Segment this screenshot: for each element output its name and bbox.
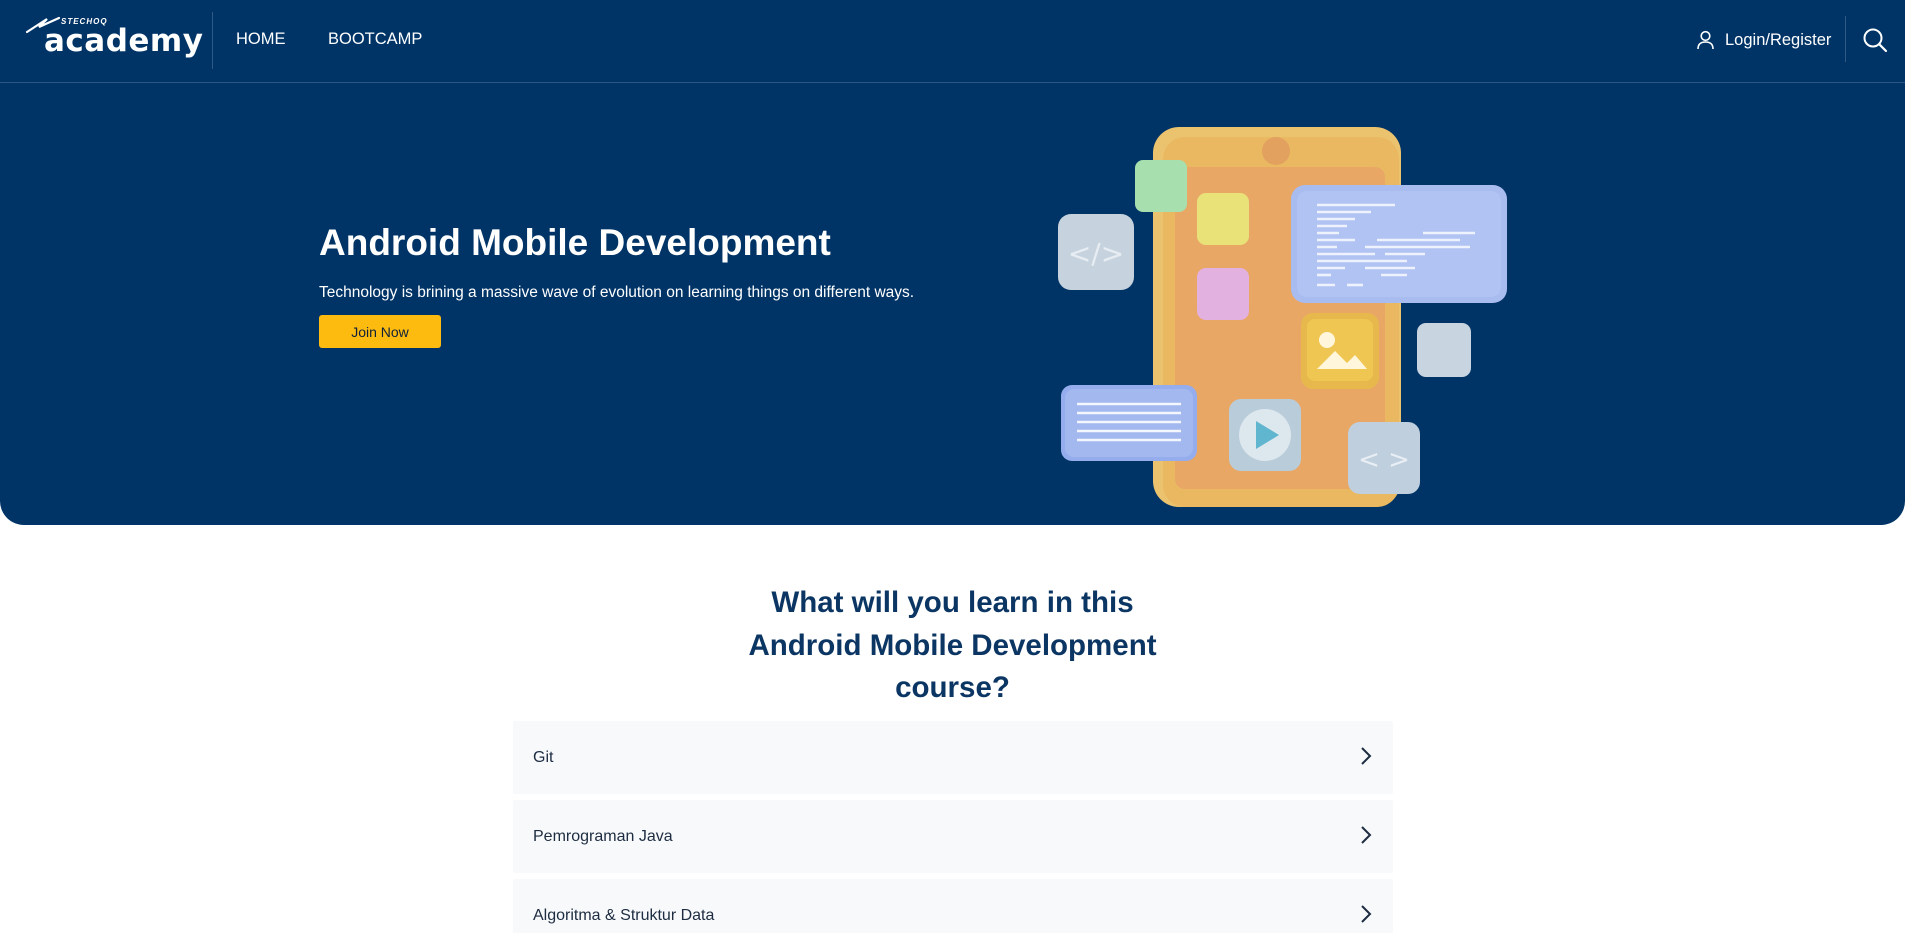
nav-divider <box>212 12 213 69</box>
nav-divider-right <box>1845 16 1846 62</box>
nav-bootcamp-link[interactable]: BOOTCAMP <box>328 30 422 49</box>
brand-logo[interactable]: STECHOQ academy <box>25 14 203 59</box>
course-topic-item-algorithm[interactable]: Algoritma & Struktur Data <box>513 879 1393 933</box>
course-topic-item-git[interactable]: Git <box>513 721 1393 794</box>
nav-home-link[interactable]: HOME <box>236 30 286 49</box>
hero-subtitle: Technology is brining a massive wave of … <box>319 284 915 301</box>
user-icon <box>1697 30 1714 50</box>
course-topic-label: Git <box>533 749 554 766</box>
login-register-link[interactable]: Login/Register <box>1696 28 1831 52</box>
code-tag-text-right: < > <box>1358 445 1410 475</box>
login-register-label: Login/Register <box>1725 30 1832 49</box>
code-tag-text-left: </> <box>1068 237 1124 270</box>
chevron-right-icon <box>1361 747 1372 765</box>
learn-title-line-2: Android Mobile Development <box>748 628 1157 662</box>
hero-section: STECHOQ academy HOME BOOTCAMP Login/Regi… <box>0 0 1905 525</box>
learn-section-title: What will you learn in this Android Mobi… <box>700 582 1205 710</box>
hero-title: Android Mobile Development <box>319 222 831 263</box>
course-topic-label: Pemrograman Java <box>533 828 673 845</box>
course-topic-item-java[interactable]: Pemrograman Java <box>513 800 1393 873</box>
course-topic-label: Algoritma & Struktur Data <box>533 907 715 924</box>
phone-apps-illustration: </> < > <box>1058 127 1507 507</box>
top-navbar: STECHOQ academy HOME BOOTCAMP Login/Regi… <box>0 0 1905 83</box>
join-now-button[interactable]: Join Now <box>319 315 441 348</box>
chevron-right-icon <box>1361 905 1372 923</box>
learn-title-line-3: course? <box>895 671 1010 704</box>
course-topic-list: Git Pemrograman Java Algoritma & Struktu… <box>513 721 1393 933</box>
search-icon[interactable] <box>1862 27 1888 53</box>
learn-title-line-1: What will you learn in this <box>771 586 1134 619</box>
chevron-right-icon <box>1361 826 1372 844</box>
brand-name: academy <box>44 23 204 59</box>
